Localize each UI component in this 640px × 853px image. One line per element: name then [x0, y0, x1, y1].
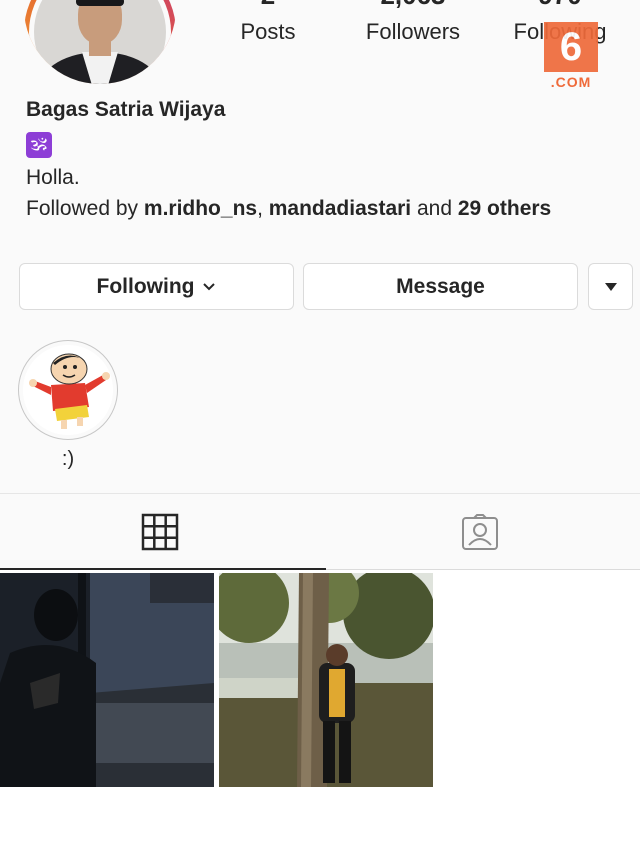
caret-down-icon — [604, 282, 617, 291]
highlight-label: :) — [61, 448, 75, 470]
posts-count[interactable]: 2 Posts — [230, 0, 306, 46]
following-value: 970 — [538, 0, 581, 10]
mutual-user-2[interactable]: mandadiastari — [269, 197, 411, 220]
story-highlight[interactable] — [18, 340, 118, 440]
profile-name: Bagas Satria Wijaya — [26, 98, 226, 121]
suggested-dropdown-button[interactable] — [588, 263, 633, 310]
profile-tab-bar — [0, 493, 640, 570]
post-thumbnail[interactable] — [0, 573, 214, 787]
mutual-others[interactable]: 29 others — [458, 197, 551, 220]
profile-avatar[interactable] — [24, 0, 176, 84]
post-image-tree — [219, 573, 433, 787]
message-button[interactable]: Message — [303, 263, 578, 310]
tagged-person-icon — [462, 514, 498, 550]
om-emoji-icon: 🕉 — [26, 132, 52, 158]
post-thumbnail[interactable] — [219, 573, 433, 787]
active-tab-indicator — [0, 568, 326, 570]
post-image-silhouette — [0, 573, 214, 787]
posts-label: Posts — [240, 19, 296, 44]
followed-by-text[interactable]: Followed by m.ridho_ns, mandadiastari an… — [26, 197, 551, 221]
profile-bio: Holla. — [26, 166, 80, 189]
cartoon-character-icon — [23, 345, 113, 435]
following-button-label: Following — [96, 274, 195, 298]
watermark-suffix: .COM — [550, 74, 592, 90]
following-button[interactable]: Following — [19, 263, 294, 310]
chevron-down-icon — [203, 282, 216, 290]
followers-label: Followers — [365, 19, 461, 44]
followers-value: 2,063 — [380, 0, 445, 10]
message-button-label: Message — [396, 274, 485, 298]
watermark-digit: 6 — [544, 22, 598, 72]
watermark-logo: 6 .COM — [544, 22, 598, 92]
highlight-cover — [23, 345, 113, 435]
grid-icon — [141, 513, 179, 551]
mutual-user-1[interactable]: m.ridho_ns — [144, 197, 257, 220]
tab-posts-grid[interactable] — [0, 494, 320, 570]
tab-tagged[interactable] — [320, 494, 640, 570]
avatar-photo — [34, 0, 166, 84]
followers-count[interactable]: 2,063 Followers — [352, 0, 474, 46]
posts-value: 2 — [261, 0, 275, 10]
